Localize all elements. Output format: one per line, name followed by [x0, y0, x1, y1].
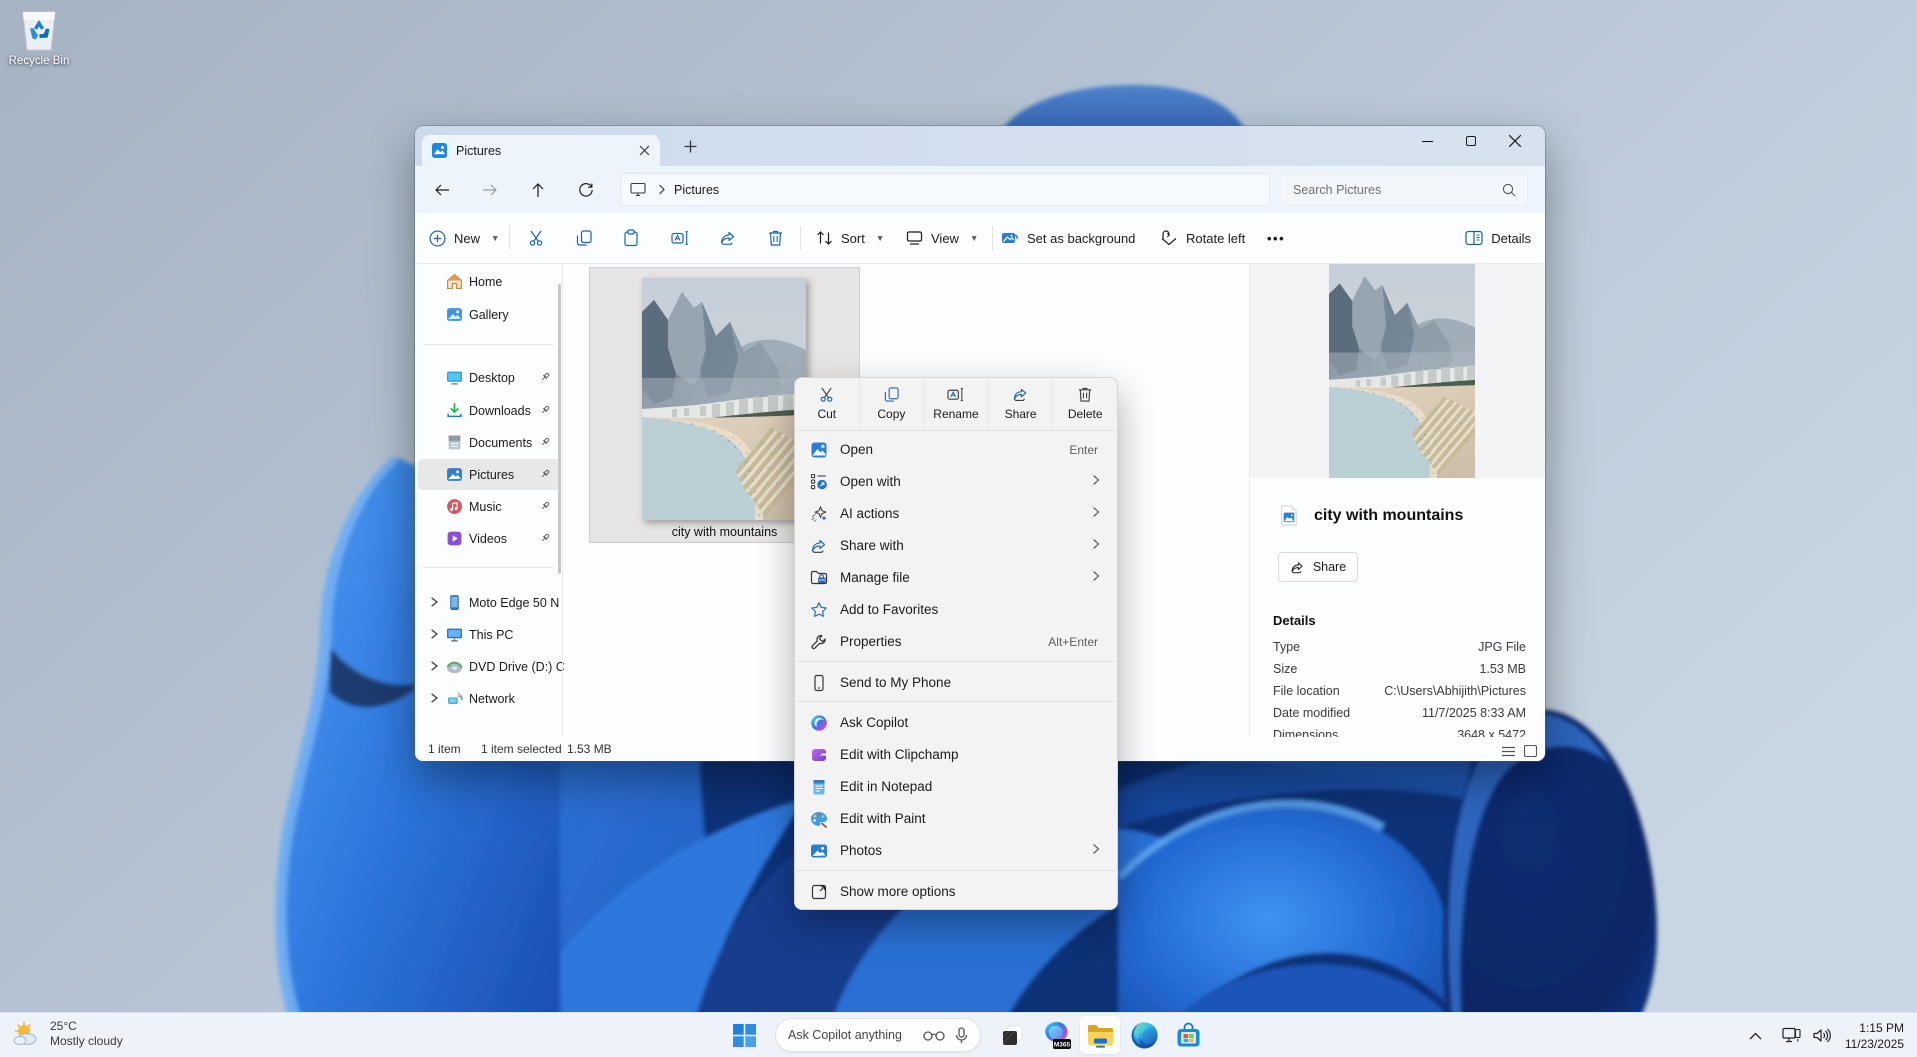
svg-text:M365: M365 [1053, 1041, 1070, 1048]
